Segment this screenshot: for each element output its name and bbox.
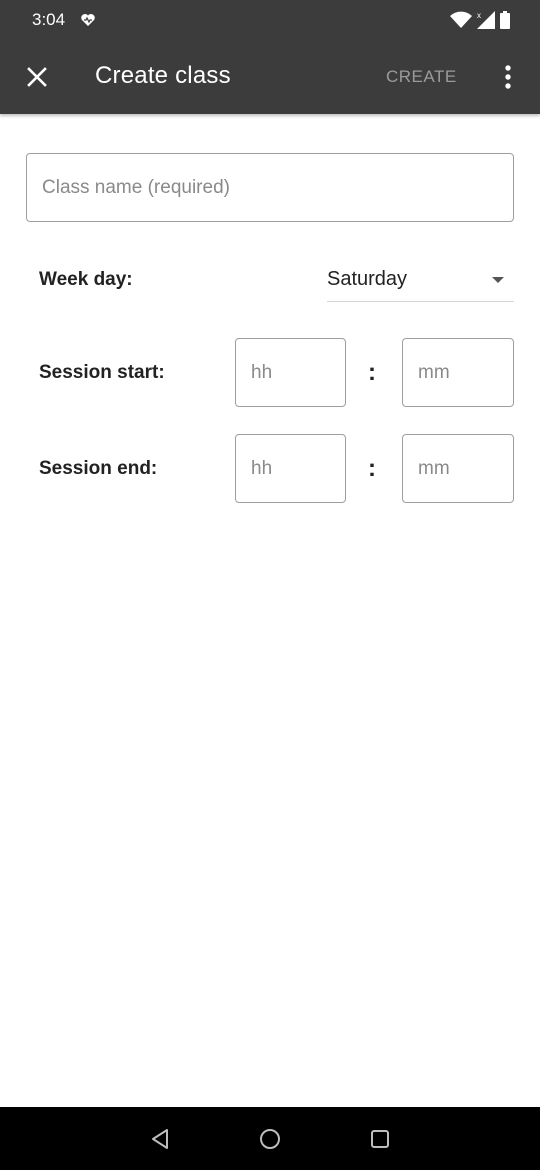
system-nav-bar (0, 1107, 540, 1170)
page-title: Create class (95, 62, 231, 89)
heart-notification-icon (81, 14, 95, 26)
session-end-hour-field[interactable] (235, 434, 346, 503)
session-end-minute-input[interactable] (403, 435, 513, 502)
session-start-hour-input[interactable] (236, 339, 345, 406)
session-end-minute-field[interactable] (402, 434, 514, 503)
status-bar: 3:04 x (0, 0, 540, 40)
app-bar: Create class CREATE (0, 40, 540, 114)
nav-home-icon[interactable] (257, 1126, 283, 1152)
week-day-value: Saturday (327, 268, 408, 290)
session-start-minute-field[interactable] (402, 338, 514, 407)
time-separator: : (368, 455, 376, 482)
status-time: 3:04 (32, 10, 66, 29)
dropdown-arrow-icon (492, 277, 504, 283)
session-start-minute-input[interactable] (403, 339, 513, 406)
create-button[interactable]: CREATE (386, 67, 457, 87)
nav-recents-icon[interactable] (367, 1126, 393, 1152)
week-day-dropdown[interactable]: Saturday (327, 256, 514, 302)
class-name-input[interactable] (27, 154, 513, 221)
session-start-hour-field[interactable] (235, 338, 346, 407)
cell-signal-icon: x (477, 11, 495, 29)
time-separator: : (368, 359, 376, 386)
session-end-hour-input[interactable] (236, 435, 345, 502)
svg-text:x: x (477, 11, 481, 20)
close-icon[interactable] (22, 62, 52, 92)
week-day-label: Week day: (39, 269, 133, 290)
class-name-field[interactable] (26, 153, 514, 222)
session-start-label: Session start: (39, 362, 165, 383)
wifi-icon (450, 11, 472, 28)
session-end-label: Session end: (39, 458, 158, 479)
more-vert-icon[interactable] (498, 62, 518, 92)
battery-icon (500, 11, 510, 29)
nav-back-icon[interactable] (147, 1126, 173, 1152)
